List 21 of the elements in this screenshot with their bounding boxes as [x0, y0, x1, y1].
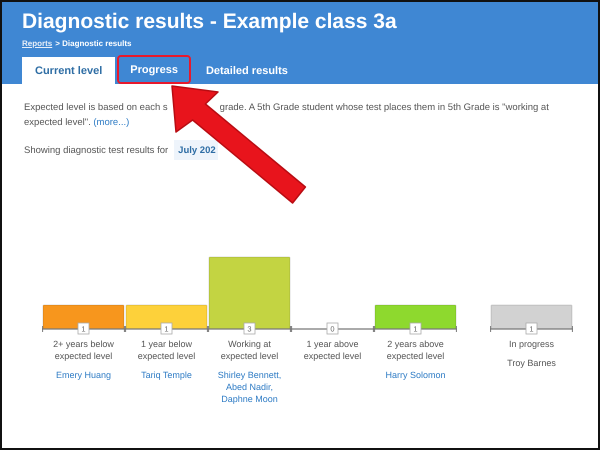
- breadcrumb-link[interactable]: Reports: [22, 39, 52, 48]
- page-title: Diagnostic results - Example class 3a: [22, 10, 398, 34]
- category-label: 2 years above expected level: [386, 338, 446, 362]
- student-link[interactable]: Emery Huang: [44, 369, 122, 381]
- student-link[interactable]: Tariq Temple: [128, 369, 206, 381]
- date-select[interactable]: July 202: [174, 140, 218, 160]
- category-label: In progress: [508, 338, 556, 350]
- category-label: 1 year below expected level: [136, 338, 196, 362]
- tab[interactable]: Detailed results: [192, 57, 301, 84]
- student-link[interactable]: Shirley Bennett, Abed Nadir, Daphne Moon: [210, 369, 288, 405]
- tab[interactable]: Current level: [22, 57, 116, 84]
- intro-text: Expected level is based on each s grade. A 5th Grade student whose test places them in 5th Grade is "working at expected level". (more...): [24, 101, 550, 130]
- breadcrumb-text: > Diagnostic results: [55, 39, 132, 48]
- category-label: 1 year above expected level: [302, 338, 362, 362]
- more-link[interactable]: (more...): [93, 117, 130, 128]
- student-link[interactable]: Harry Solomon: [376, 369, 454, 381]
- student-name: Troy Barnes: [506, 357, 557, 369]
- category-label: Working at expected level: [220, 338, 280, 362]
- category-label: 2+ years below expected level: [52, 338, 115, 362]
- filter-label: Showing diagnostic test results for: [24, 144, 168, 156]
- tab[interactable]: Progress: [117, 55, 191, 84]
